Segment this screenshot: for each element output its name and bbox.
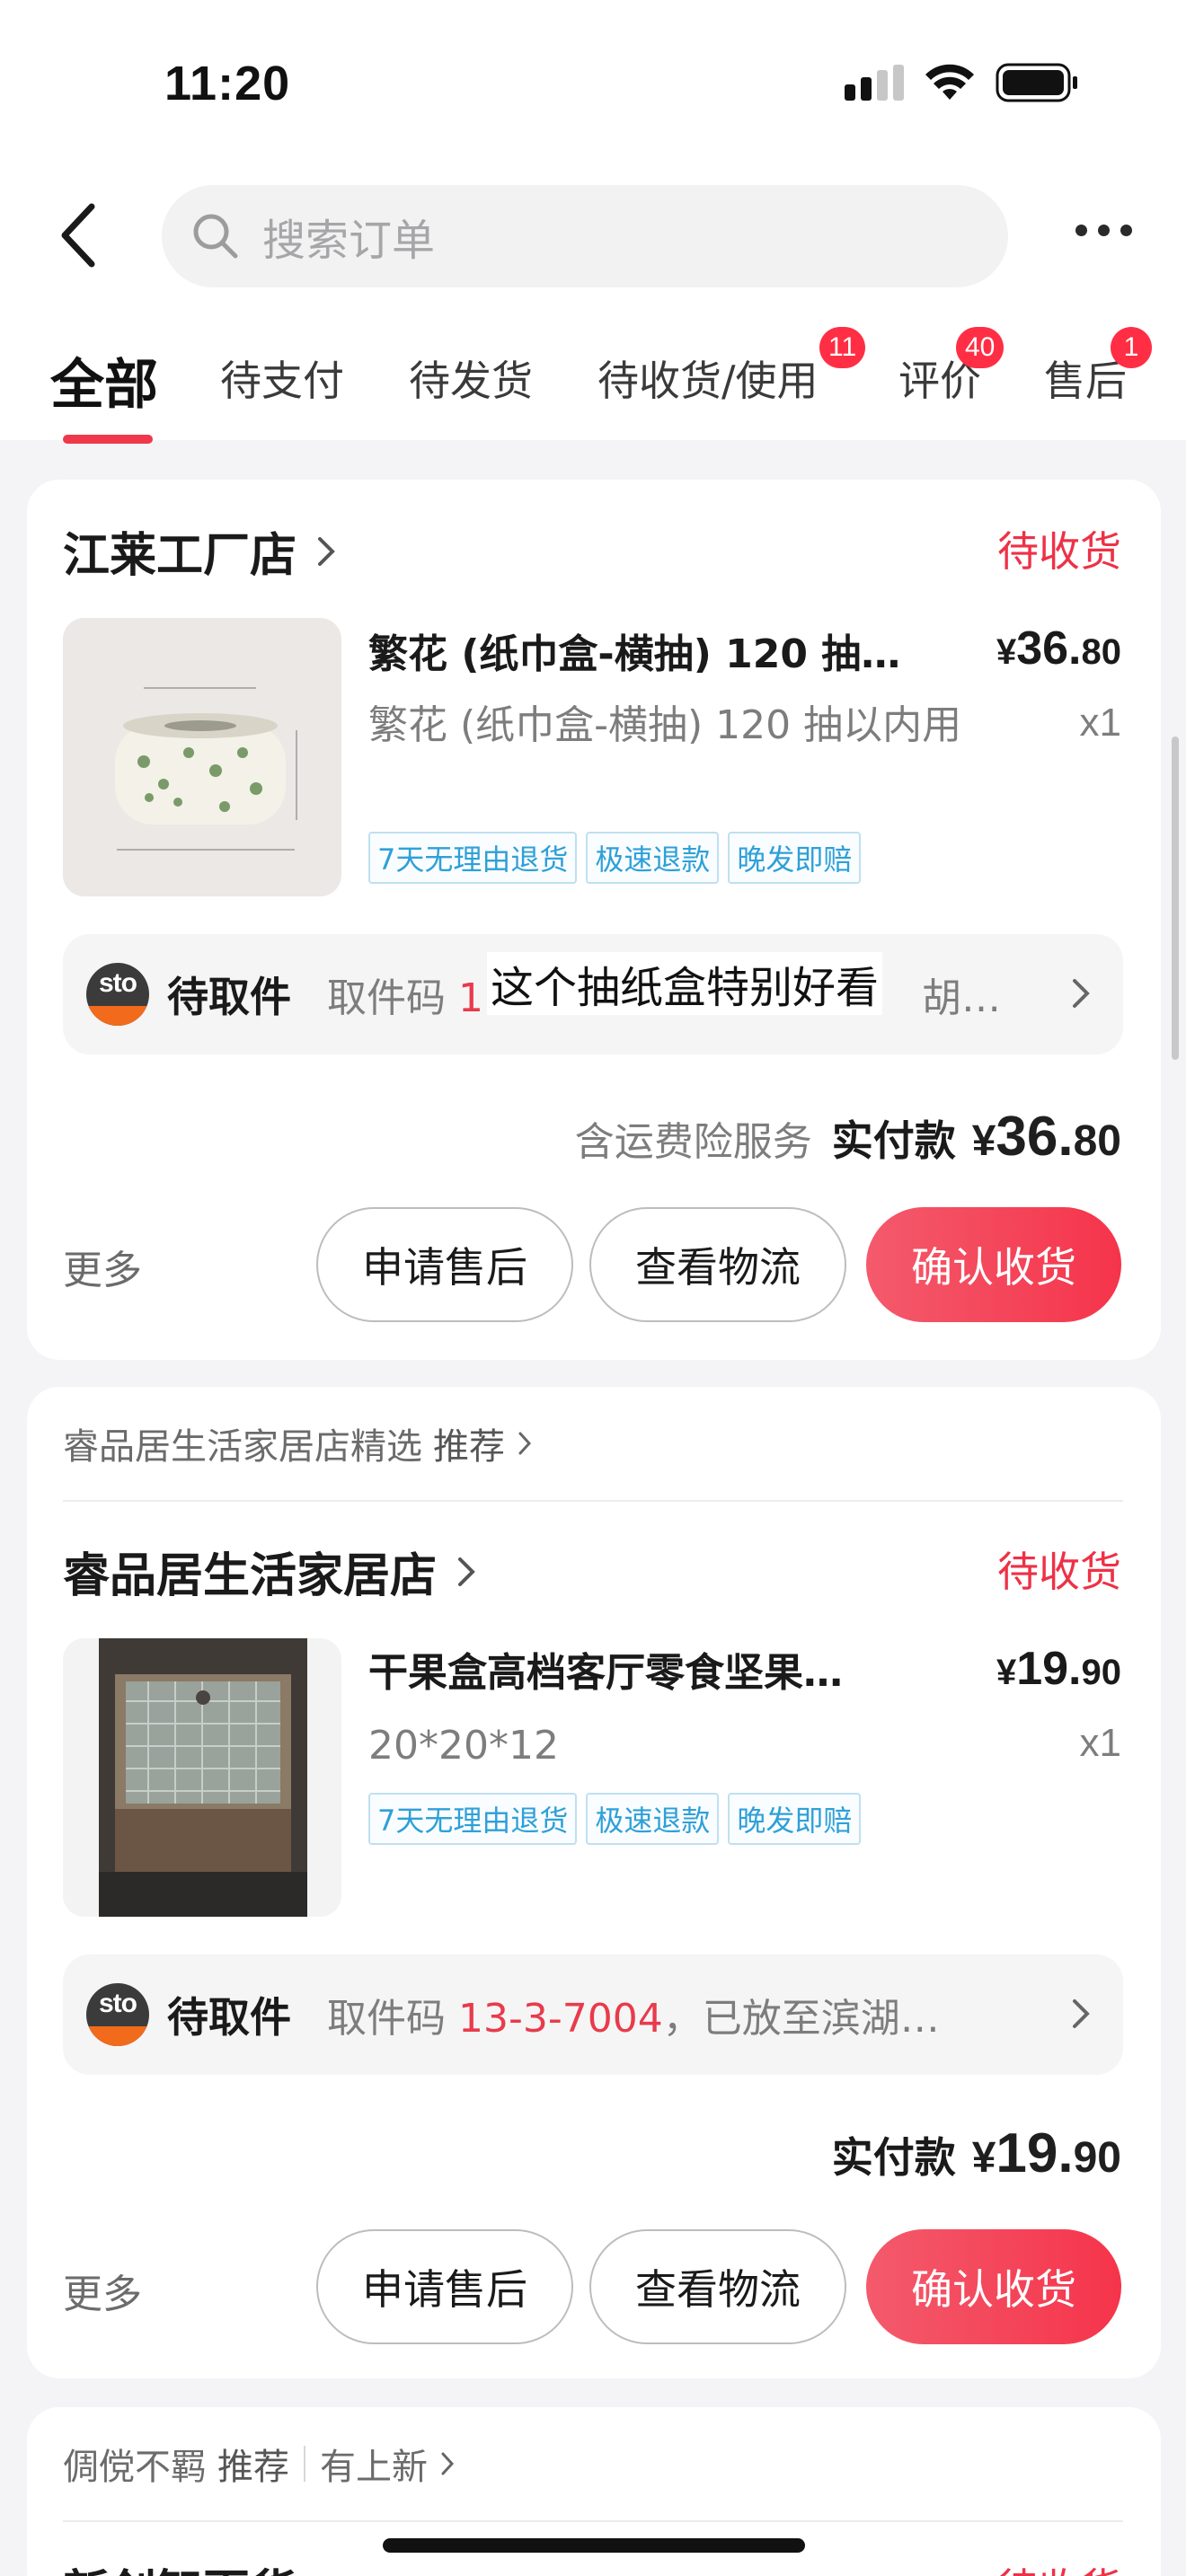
tag-late-compensation: 晚发即赔 — [728, 832, 862, 884]
order-status: 待收货 — [997, 527, 1121, 576]
tab-pending-shipment[interactable]: 待发货 — [409, 348, 533, 408]
shop-name-link[interactable]: 新创智百货 — [63, 2554, 296, 2576]
order-status: 待收货 — [997, 1548, 1121, 1596]
more-link[interactable]: 更多 — [63, 1238, 142, 1295]
pickup-info-row[interactable]: sto 待取件 取件码 13-3-7004，已放至滨湖… — [63, 1954, 1123, 2075]
signal-icon — [845, 65, 904, 101]
chevron-right-icon — [318, 536, 335, 566]
payment-summary: 实付款 ¥19. 90 — [831, 2122, 1121, 2184]
service-tags: 7天无理由退货 极速退款 晚发即赔 — [368, 832, 862, 884]
more-dots-icon[interactable] — [1075, 225, 1132, 236]
apply-after-sale-button[interactable]: 申请售后 — [316, 1207, 573, 1322]
tag-fast-refund: 极速退款 — [586, 832, 720, 884]
back-button[interactable] — [56, 199, 110, 271]
product-title[interactable]: 干果盒高档客厅零食坚果… — [368, 1640, 925, 1698]
paid-label: 实付款 — [831, 2133, 956, 2182]
shop-recommendation[interactable]: 睿品居生活家居店精选 推荐 — [63, 1417, 534, 1469]
tag-7day-return: 7天无理由退货 — [368, 1793, 578, 1845]
product-spec: 20*20*12 — [368, 1723, 559, 1769]
tab-pending-receipt-badge: 11 — [819, 327, 866, 368]
view-logistics-button[interactable]: 查看物流 — [589, 2229, 846, 2344]
back-arrow-icon — [61, 203, 95, 268]
chevron-right-icon — [518, 1432, 532, 1455]
overlay-caption: 这个抽纸盒特别好看 — [487, 952, 883, 1015]
product-qty: x1 — [1079, 701, 1121, 745]
product-price: ¥36.80 — [996, 622, 1121, 675]
order-card: 江莱工厂店 待收货 繁花 (纸巾盒-横抽) 120 抽… ¥36.80 繁花 (… — [27, 480, 1161, 1360]
divider — [63, 2520, 1123, 2522]
tab-review-badge: 40 — [956, 327, 1005, 368]
product-title[interactable]: 繁花 (纸巾盒-横抽) 120 抽… — [368, 622, 925, 679]
tab-all[interactable]: 全部 — [50, 341, 158, 419]
tab-pending-payment[interactable]: 待支付 — [220, 348, 344, 408]
shop-name: 睿品居生活家居店 — [63, 1549, 438, 1603]
product-spec: 繁花 (纸巾盒-横抽) 120 抽以内用 — [368, 702, 962, 748]
tab-after-sale-badge: 1 — [1111, 327, 1152, 368]
order-status: 待收货 — [997, 2556, 1121, 2576]
tissue-box-image — [63, 618, 341, 896]
confirm-receipt-button[interactable]: 确认收货 — [866, 1207, 1121, 1322]
paid-label: 实付款 — [831, 1116, 956, 1165]
scrollbar[interactable] — [1172, 737, 1179, 1060]
more-link[interactable]: 更多 — [63, 2262, 142, 2319]
chevron-right-icon — [458, 1557, 475, 1586]
product-qty: x1 — [1079, 1721, 1121, 1765]
shipping-insurance-note: 含运费险服务 — [574, 1119, 812, 1165]
tab-pending-receipt[interactable]: 待收货/使用 — [597, 348, 819, 408]
search-placeholder: 搜索订单 — [262, 216, 436, 266]
product-image[interactable] — [63, 618, 341, 896]
wifi-icon — [925, 64, 974, 100]
search-icon — [193, 214, 238, 259]
battery-icon — [996, 63, 1077, 102]
sto-express-logo: sto — [86, 963, 149, 1026]
tag-late-compensation: 晚发即赔 — [728, 1793, 862, 1845]
view-logistics-button[interactable]: 查看物流 — [589, 1207, 846, 1322]
shop-name: 江莱工厂店 — [63, 529, 297, 583]
pickup-detail: 取件码 13-3-7004，已放至滨湖… — [327, 1996, 940, 2042]
chevron-right-icon — [1073, 979, 1090, 1008]
shop-name: 新创智百货 — [63, 2554, 296, 2576]
confirm-receipt-button[interactable]: 确认收货 — [866, 2229, 1121, 2344]
chevron-right-icon — [1073, 1999, 1090, 2028]
pickup-label: 待取件 — [167, 1993, 291, 2042]
search-input[interactable]: 搜索订单 — [162, 185, 1008, 287]
shop-recommendation[interactable]: 倜傥不羁 推荐 有上新 — [63, 2438, 456, 2490]
product-image[interactable] — [63, 1638, 341, 1917]
apply-after-sale-button[interactable]: 申请售后 — [316, 2229, 573, 2344]
order-card: 睿品居生活家居店精选 推荐 睿品居生活家居店 待收货 干果盒高档客厅零食坚果… … — [27, 1387, 1161, 2378]
payment-summary: 含运费险服务 实付款 ¥36. 80 — [574, 1106, 1121, 1168]
status-icons — [845, 63, 1078, 102]
status-time: 11:20 — [164, 57, 291, 110]
service-tags: 7天无理由退货 极速退款 晚发即赔 — [368, 1793, 862, 1845]
snack-box-image — [63, 1638, 341, 1917]
shop-name-link[interactable]: 睿品居生活家居店 — [63, 1538, 478, 1605]
product-price: ¥19.90 — [996, 1643, 1121, 1695]
sto-express-logo: sto — [86, 1983, 149, 2046]
tag-fast-refund: 极速退款 — [586, 1793, 720, 1845]
pickup-label: 待取件 — [167, 973, 291, 1021]
home-indicator[interactable] — [383, 2538, 805, 2553]
divider — [63, 1500, 1123, 1502]
tag-7day-return: 7天无理由退货 — [368, 832, 578, 884]
tab-active-indicator — [63, 435, 153, 444]
chevron-right-icon — [441, 2452, 455, 2475]
shop-name-link[interactable]: 江莱工厂店 — [63, 517, 338, 585]
